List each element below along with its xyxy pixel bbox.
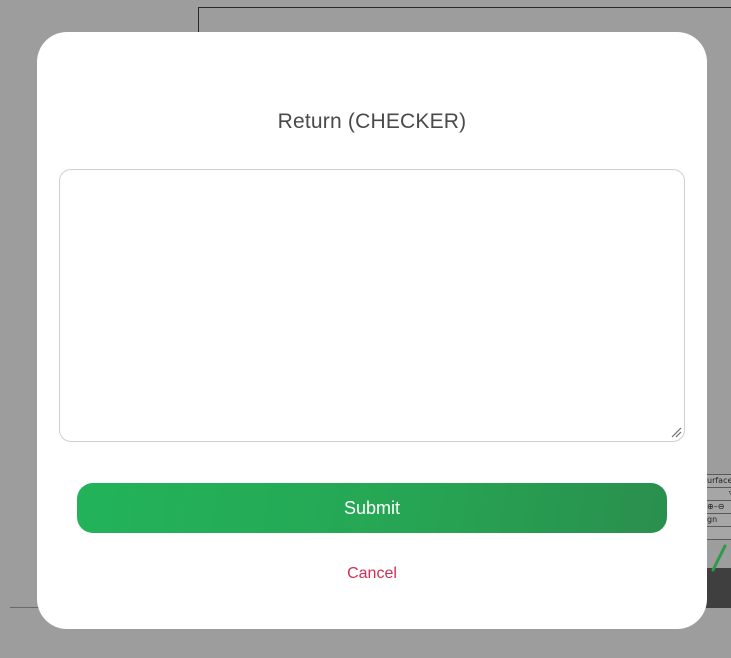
document-dark-strip [706,568,731,608]
drawing-legend-table: urface ▽▽ ⊕–⊖ gn [704,474,731,540]
dialog-title: Return (CHECKER) [277,110,467,133]
checkmark-stroke-icon [711,544,727,572]
legend-row: ▽▽ [707,488,731,501]
textarea-resize-icon[interactable] [670,426,682,438]
legend-row: urface [707,475,731,488]
return-dialog: Return (CHECKER) Submit Cancel [37,32,707,629]
submit-button[interactable]: Submit [77,483,667,533]
comment-textarea[interactable] [59,169,685,442]
cancel-button[interactable]: Cancel [37,565,707,583]
legend-row: gn [707,514,731,527]
legend-row: ⊕–⊖ [707,501,731,514]
